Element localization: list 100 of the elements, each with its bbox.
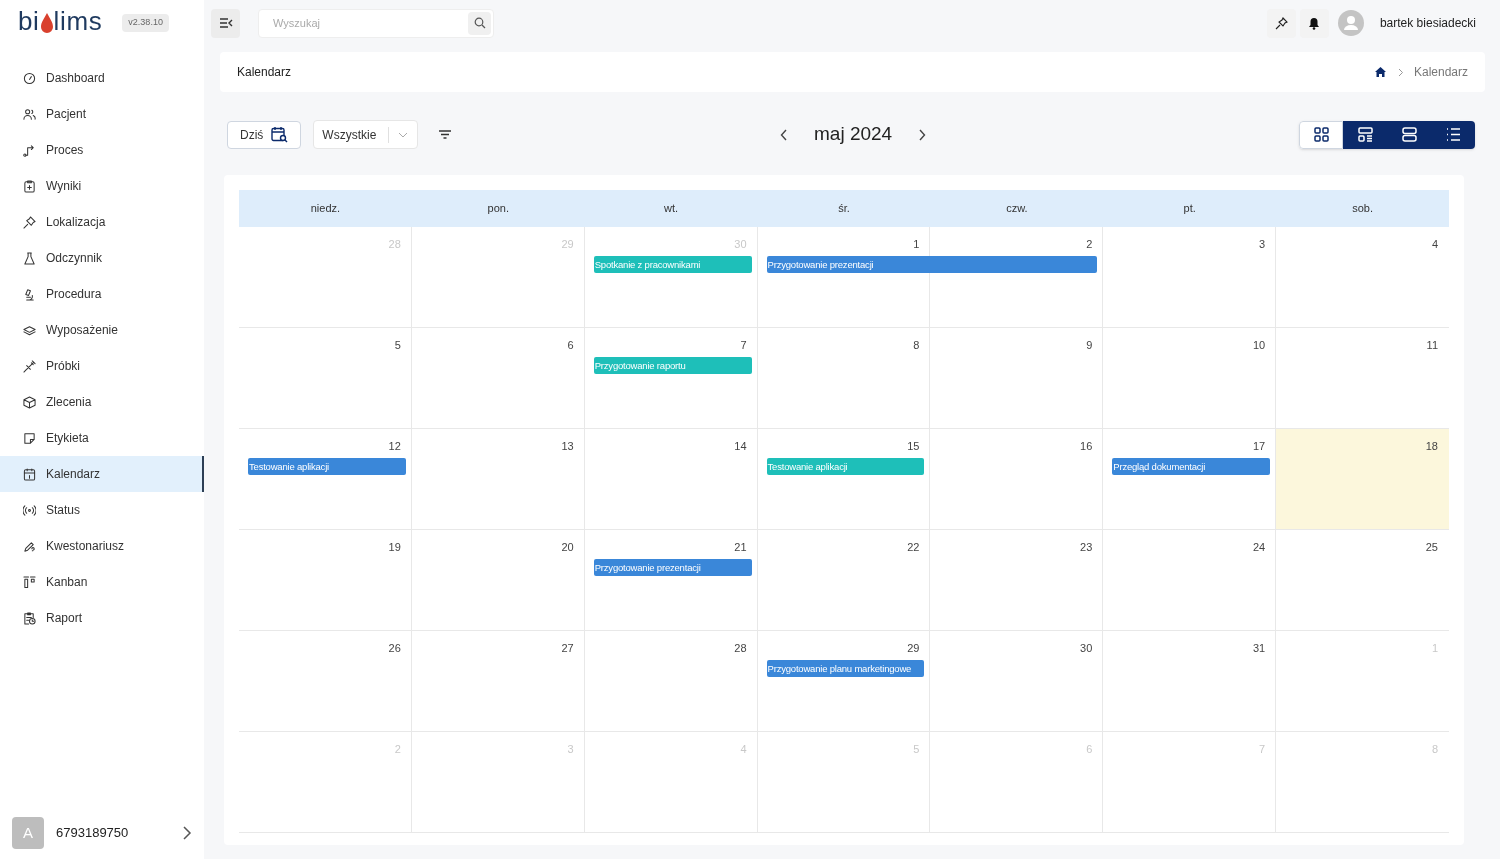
day-number[interactable]: 6 [567, 340, 574, 351]
drop-icon [39, 12, 54, 34]
sidebar-item[interactable]: Dashboard [0, 60, 204, 96]
day-number[interactable]: 10 [1252, 340, 1266, 351]
user-name[interactable]: bartek biesiadecki [1379, 14, 1476, 32]
calendar-event[interactable]: Przygotowanie planu marketingowe [766, 660, 925, 677]
grid-view-icon [1313, 127, 1329, 142]
day-number[interactable]: 19 [388, 542, 401, 553]
day-number[interactable]: 22 [907, 542, 920, 553]
day-number[interactable]: 1 [913, 239, 920, 250]
sidebar-item[interactable]: Procedura [0, 276, 204, 312]
weekday-header: niedz. [309, 201, 342, 217]
filter-select[interactable]: Wszystkie [313, 120, 419, 149]
pin-icon [1274, 16, 1288, 30]
syringe-icon [23, 359, 36, 373]
version-badge: v2.38.10 [122, 14, 169, 32]
day-number[interactable]: 31 [1252, 643, 1266, 654]
calendar-event[interactable]: Testowanie aplikacji [248, 458, 406, 475]
pin-icon [23, 215, 36, 229]
sidebar-item[interactable]: Zlecenia [0, 384, 204, 420]
day-number[interactable]: 25 [1425, 542, 1438, 553]
calendar-event[interactable]: Przygotowanie prezentacji [766, 256, 1098, 273]
sidebar-item[interactable]: Pacjent [0, 96, 204, 132]
today-button[interactable]: Dziś [227, 120, 302, 149]
sidebar-item[interactable]: Etykieta [0, 420, 204, 456]
filter-icon[interactable] [439, 130, 452, 139]
list-view-icon [1445, 127, 1461, 142]
report-icon [23, 611, 36, 625]
search-icon [473, 17, 486, 29]
notifications-button[interactable] [1299, 8, 1329, 38]
day-number[interactable]: 27 [561, 643, 574, 654]
sidebar-item[interactable]: Kwestonariusz [0, 528, 204, 564]
day-number[interactable]: 18 [1425, 441, 1438, 452]
sidebar-item[interactable]: Wyniki [0, 168, 204, 204]
sidebar-toggle-button[interactable] [211, 8, 240, 38]
day-number[interactable]: 11 [1426, 340, 1438, 351]
sidebar-item[interactable]: Status [0, 492, 204, 528]
route-icon [23, 143, 36, 157]
flask-icon [23, 251, 36, 265]
previous-month-icon[interactable] [780, 128, 788, 141]
account-number: 6793189750 [56, 824, 130, 843]
pencil-icon [23, 539, 36, 553]
page-title: Kalendarz [237, 64, 292, 81]
calendar-event[interactable]: Przygotowanie prezentacji [593, 559, 752, 576]
day-number[interactable]: 26 [388, 643, 401, 654]
weekday-header: pt. [1182, 201, 1197, 217]
day-number[interactable]: 13 [561, 441, 574, 452]
view-button[interactable] [1299, 120, 1343, 149]
day-number[interactable]: 17 [1252, 441, 1266, 452]
weekday-header: śr. [837, 201, 851, 217]
sidebar-item[interactable]: Odczynnik [0, 240, 204, 276]
weekday-header: wt. [663, 201, 680, 217]
sidebar-item[interactable]: Raport [0, 600, 204, 636]
day-number[interactable]: 28 [734, 643, 747, 654]
day-number[interactable]: 21 [734, 542, 747, 553]
day-number[interactable]: 4 [1431, 239, 1438, 250]
chevron-right-icon [1397, 67, 1404, 77]
sidebar-item[interactable]: Wyposażenie [0, 312, 204, 348]
search-button[interactable] [468, 11, 491, 35]
calendar-icon [23, 467, 36, 481]
gauge-icon [23, 71, 36, 85]
day-number[interactable]: 12 [388, 441, 401, 452]
day-number[interactable]: 9 [1086, 340, 1093, 351]
day-number[interactable]: 2 [1086, 239, 1093, 250]
chevron-right-icon[interactable] [182, 825, 192, 841]
weekday-header: sob. [1351, 201, 1374, 217]
box-icon [23, 395, 36, 409]
day-number[interactable]: 29 [907, 643, 920, 654]
home-icon[interactable] [1374, 67, 1386, 77]
day-number[interactable]: 8 [913, 340, 920, 351]
search-input[interactable]: Wyszukaj [273, 14, 468, 32]
view-button[interactable] [1343, 120, 1387, 149]
day-number[interactable]: 5 [394, 340, 401, 351]
day-number[interactable]: 14 [734, 441, 747, 452]
agenda-view-icon [1357, 127, 1373, 142]
sidebar-item[interactable]: Proces [0, 132, 204, 168]
microscope-icon [23, 287, 36, 301]
search-field[interactable]: Wyszukaj [258, 8, 494, 38]
broadcast-icon [23, 503, 36, 517]
day-number[interactable]: 23 [1080, 542, 1093, 553]
day-number[interactable]: 3 [1259, 239, 1266, 250]
account-avatar: A [12, 817, 44, 849]
day-number[interactable]: 24 [1252, 542, 1266, 553]
breadcrumb-item: Kalendarz [1413, 64, 1468, 81]
sidebar-item[interactable]: Kanban [0, 564, 204, 600]
day-number[interactable]: 15 [907, 441, 920, 452]
sidebar-item[interactable]: Kalendarz [0, 456, 204, 492]
weekday-header: czw. [1005, 201, 1029, 217]
sidebar-item[interactable]: Lokalizacja [0, 204, 204, 240]
day-number[interactable]: 16 [1080, 441, 1093, 452]
chevron-down-icon [398, 131, 409, 138]
sidebar-item[interactable]: Próbki [0, 348, 204, 384]
view-button[interactable] [1431, 120, 1475, 149]
collapse-menu-icon [218, 17, 233, 29]
day-number[interactable]: 20 [561, 542, 574, 553]
calendar-event[interactable]: Przegląd dokumentacji [1112, 458, 1271, 475]
next-month-icon[interactable] [918, 128, 927, 141]
day-number[interactable]: 7 [740, 340, 747, 351]
day-number[interactable]: 30 [1080, 643, 1093, 654]
pin-button[interactable] [1266, 8, 1296, 38]
